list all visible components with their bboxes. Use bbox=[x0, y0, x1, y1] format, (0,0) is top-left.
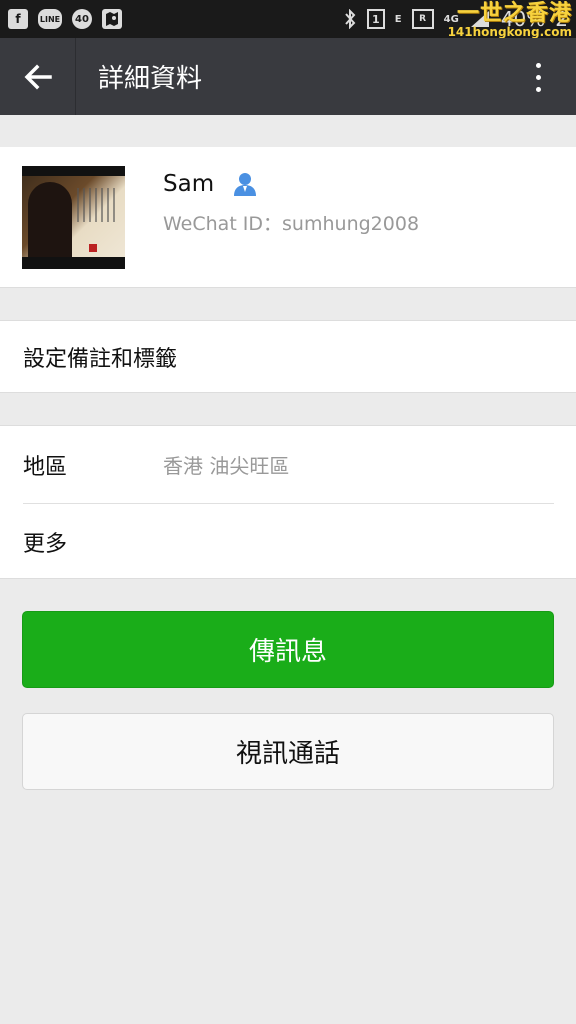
status-left-icons: f LINE 40 bbox=[8, 9, 122, 29]
status-bar: f LINE 40 1 E R 4G 40% 2 一世之香港 141hongko… bbox=[0, 0, 576, 38]
set-remark-and-tags-row[interactable]: 設定備註和標籤 bbox=[0, 320, 576, 393]
region-label: 地區 bbox=[23, 454, 68, 480]
remark-row-label: 設定備註和標籤 bbox=[23, 346, 178, 372]
watermark-url: 141hongkong.com bbox=[447, 25, 572, 39]
watermark: 一世之香港 141hongkong.com bbox=[447, 1, 572, 39]
more-info-row[interactable]: 更多 bbox=[0, 504, 576, 580]
avatar[interactable] bbox=[22, 166, 125, 269]
watermark-title: 一世之香港 bbox=[456, 1, 572, 26]
profile-name: Sam bbox=[163, 171, 215, 197]
info-group: 地區 香港 油尖旺區 更多 bbox=[0, 425, 576, 579]
badge-40-icon: 40 bbox=[72, 9, 92, 29]
line-icon: LINE bbox=[38, 9, 62, 29]
bluetooth-icon bbox=[345, 9, 356, 29]
more-vert-icon bbox=[535, 62, 541, 68]
contact-person-icon bbox=[234, 173, 257, 196]
app-header: 詳細資料 bbox=[0, 38, 576, 115]
send-message-button[interactable]: 傳訊息 bbox=[22, 611, 554, 688]
network-e-label: E bbox=[394, 13, 402, 25]
facebook-icon: f bbox=[8, 9, 28, 29]
wechat-id: WeChat ID：sumhung2008 bbox=[163, 213, 420, 235]
back-button[interactable] bbox=[0, 38, 76, 115]
sim-1-icon: 1 bbox=[366, 9, 385, 29]
maps-icon bbox=[102, 9, 122, 29]
page-title: 詳細資料 bbox=[98, 64, 203, 94]
arrow-left-icon bbox=[24, 64, 52, 89]
region-value: 香港 油尖旺區 bbox=[163, 454, 290, 478]
more-row-label: 更多 bbox=[23, 532, 68, 557]
profile-card: Sam WeChat ID：sumhung2008 bbox=[0, 147, 576, 288]
profile-name-row: Sam bbox=[163, 171, 258, 197]
roaming-signal-icon: R bbox=[411, 9, 434, 29]
video-call-button[interactable]: 視訊通話 bbox=[22, 713, 554, 790]
more-options-button[interactable] bbox=[520, 58, 556, 96]
region-row: 地區 香港 油尖旺區 bbox=[0, 426, 576, 503]
